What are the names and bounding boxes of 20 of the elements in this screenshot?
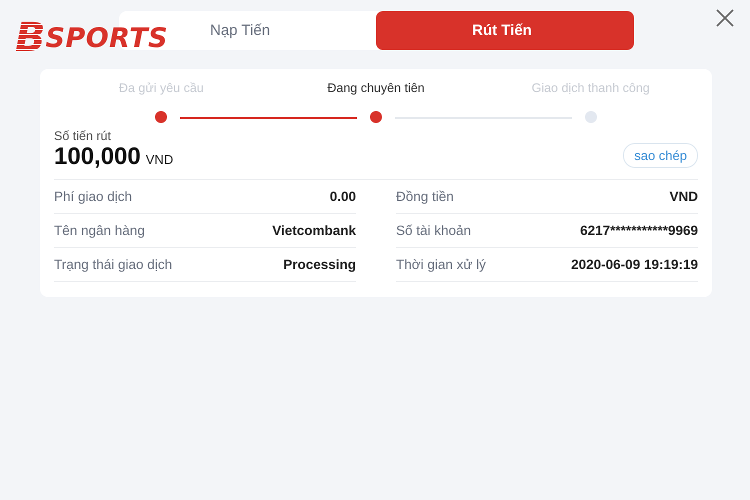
detail-value: 0.00	[330, 189, 356, 204]
amount-currency: VND	[146, 152, 174, 167]
detail-value: VND	[669, 189, 698, 204]
detail-label: Phí giao dịch	[54, 189, 132, 204]
detail-label: Đồng tiền	[396, 189, 454, 204]
detail-value: 6217***********9969	[580, 223, 698, 238]
detail-label: Tên ngân hàng	[54, 223, 145, 238]
tab[interactable]: Nạp Tiến	[196, 11, 376, 50]
step-label: Đang chuyên tiên	[327, 81, 425, 97]
tab[interactable]: Rút Tiến	[376, 11, 634, 50]
detail-value: Processing	[283, 257, 356, 272]
amount-label: Số tiến rút	[54, 129, 112, 143]
detail-value: 2020-06-09 19:19:19	[571, 257, 698, 272]
detail-label: Số tài khoản	[396, 223, 472, 238]
amount-value: 100,000	[54, 143, 141, 170]
detail-value: Vietcombank	[272, 223, 356, 238]
detail-label: Trạng thái giao dịch	[54, 257, 172, 272]
logo: BSPORTS	[15, 20, 170, 56]
detail-label: Thời gian xử lý	[396, 257, 486, 272]
copy-button[interactable]: sao chép	[623, 142, 698, 168]
